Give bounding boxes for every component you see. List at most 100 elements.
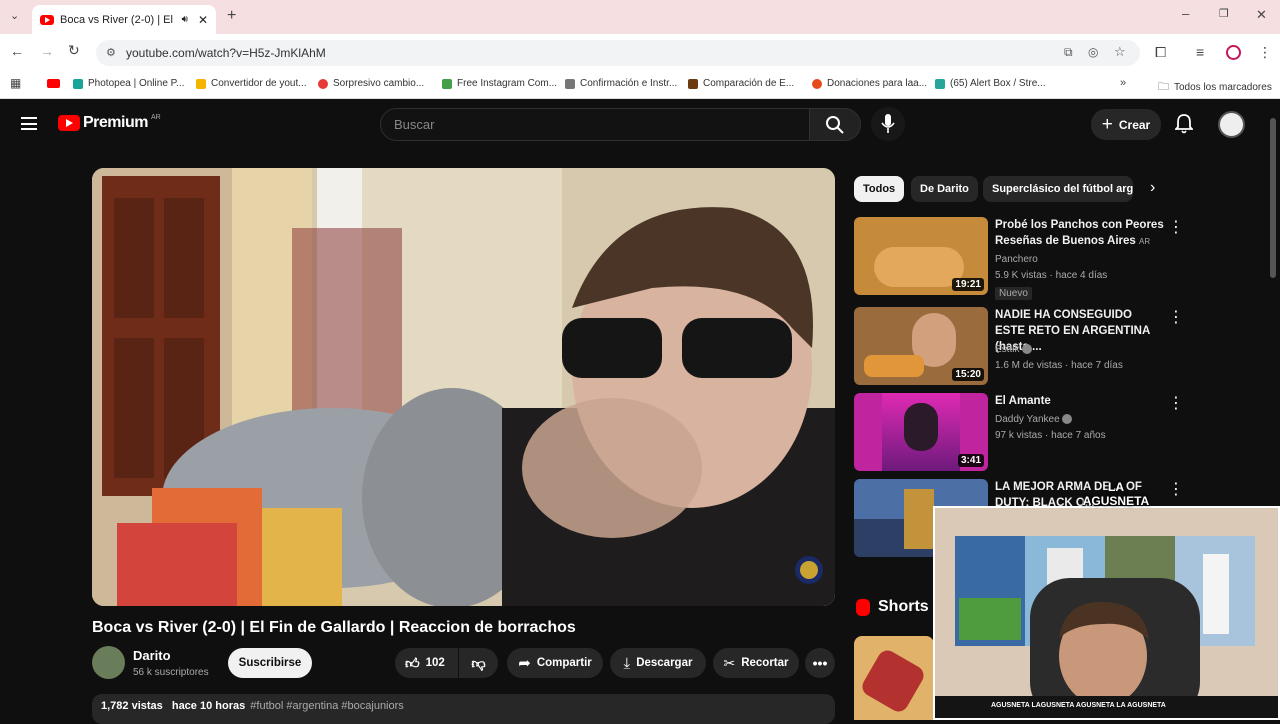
- profile-icon[interactable]: [1226, 45, 1241, 60]
- minimize-button[interactable]: –: [1182, 6, 1189, 21]
- audio-icon[interactable]: 🔊︎: [182, 14, 188, 25]
- overlay-social-handles: AGUSNETA LAGUSNETA AGUSNETA LA AGUSNETA: [991, 702, 1166, 709]
- site-info-icon[interactable]: ⚙: [106, 46, 116, 59]
- bookmark-confirmacion[interactable]: Confirmación e Instr...: [565, 78, 677, 89]
- folder-icon: [196, 78, 206, 89]
- back-icon[interactable]: ←: [10, 43, 24, 59]
- channel-name[interactable]: Darito: [133, 648, 171, 663]
- bookmark-sorpresivo[interactable]: Sorpresivo cambio...: [318, 78, 424, 89]
- bookmark-convertidor[interactable]: Convertidor de yout...: [196, 78, 307, 89]
- subscribe-label: Suscribirse: [238, 657, 302, 669]
- more-vertical-icon[interactable]: [1168, 220, 1172, 236]
- recommendation-item[interactable]: 19:21 Probé los Panchos con Peores Reseñ…: [854, 217, 1184, 302]
- chip-superclasico[interactable]: Superclásico del fútbol arge: [983, 176, 1133, 202]
- reload-icon[interactable]: ↻: [68, 42, 80, 59]
- apps-icon[interactable]: ▦: [10, 76, 21, 90]
- recommendation-item[interactable]: 3:41 El Amante Daddy Yankee 97 k vistas …: [854, 393, 1184, 475]
- search-input[interactable]: Buscar: [380, 108, 810, 141]
- shorts-header: Shorts: [856, 598, 929, 616]
- video-thumbnail[interactable]: 19:21: [854, 217, 988, 295]
- bookmark-instagram[interactable]: Free Instagram Com...: [442, 78, 557, 89]
- chip-de-darito[interactable]: De Darito: [911, 176, 978, 202]
- notifications-bell-icon[interactable]: [1173, 114, 1195, 139]
- chevron-right-icon[interactable]: ›: [1150, 179, 1155, 197]
- browser-tab[interactable]: Boca vs River (2-0) | El Fin de 🔊︎ ✕: [32, 5, 216, 34]
- media-icon[interactable]: ≡: [1196, 44, 1204, 60]
- thumbs-up-icon: 👍︎: [405, 654, 420, 671]
- clip-button[interactable]: ✂ Recortar: [713, 648, 799, 678]
- search-button[interactable]: [809, 108, 861, 141]
- logo-region: AR: [150, 114, 161, 121]
- bookmark-label: Comparación de E...: [703, 78, 795, 89]
- more-actions-button[interactable]: •••: [805, 648, 835, 678]
- verified-icon: [1022, 344, 1033, 355]
- more-vertical-icon[interactable]: [1168, 310, 1172, 326]
- close-window-button[interactable]: ✕: [1256, 7, 1267, 23]
- bookmark-alertbox[interactable]: (65) Alert Box / Stre...: [935, 78, 1046, 89]
- like-button[interactable]: 👍︎ 102: [395, 648, 458, 678]
- bookmark-photopea[interactable]: Photopea | Online P...: [73, 78, 184, 89]
- subscribe-button[interactable]: Suscribirse: [228, 648, 312, 678]
- clip-label: Recortar: [741, 657, 789, 669]
- forward-icon[interactable]: →: [40, 43, 54, 59]
- hashtags[interactable]: #futbol #argentina #bocajuniors: [250, 700, 404, 712]
- bookmark-star-icon[interactable]: ☆: [1114, 44, 1126, 60]
- shorts-label: Shorts: [878, 598, 929, 615]
- youtube-bookmark-icon[interactable]: [47, 79, 60, 88]
- bookmark-donaciones[interactable]: Donaciones para laa...: [812, 78, 927, 89]
- like-count: 102: [425, 657, 445, 669]
- video-thumbnail[interactable]: 15:20: [854, 307, 988, 385]
- upload-age: hace 10 horas: [171, 700, 246, 712]
- channel-name[interactable]: Esttik: [995, 344, 1033, 355]
- view-count: 1,782 vistas: [101, 700, 163, 712]
- menu-icon[interactable]: ⋮: [1258, 44, 1272, 61]
- duration-badge: 3:41: [957, 454, 984, 467]
- thumbs-down-icon: 👎︎: [471, 654, 486, 671]
- news-icon: [318, 78, 328, 89]
- plus-icon: +: [1101, 113, 1113, 135]
- chip-label: Todos: [863, 183, 896, 195]
- tab-close-icon[interactable]: ✕: [198, 13, 208, 27]
- video-thumbnail[interactable]: 3:41: [854, 393, 988, 471]
- download-button[interactable]: ⤓ Descargar: [610, 648, 706, 678]
- share-label: Compartir: [536, 657, 592, 669]
- youtube-logo[interactable]: Premium AR: [58, 114, 161, 132]
- account-avatar[interactable]: [1218, 111, 1245, 138]
- restore-button[interactable]: ❐: [1219, 7, 1229, 20]
- verified-icon: [1062, 414, 1073, 425]
- bookmark-comparacion[interactable]: Comparación de E...: [688, 78, 794, 89]
- bookmark-label: (65) Alert Box / Stre...: [950, 78, 1046, 89]
- more-vertical-icon[interactable]: [1168, 396, 1172, 412]
- new-tab-button[interactable]: +: [227, 7, 236, 25]
- bookmark-label: Free Instagram Com...: [457, 78, 558, 89]
- bookmarks-bar: ▦ Photopea | Online P... Convertidor de …: [0, 71, 1280, 99]
- search-icon: [826, 116, 844, 134]
- share-button[interactable]: ➦ Compartir: [507, 648, 603, 678]
- microphone-icon: [881, 114, 895, 133]
- extensions-icon[interactable]: ⧠: [1155, 44, 1166, 61]
- c-icon: [812, 78, 822, 89]
- install-icon[interactable]: ⧉: [1064, 45, 1073, 60]
- hamburger-menu-icon[interactable]: [21, 117, 37, 130]
- eye-off-icon[interactable]: ◎: [1088, 45, 1098, 59]
- w-icon: [442, 78, 452, 89]
- channel-name[interactable]: Daddy Yankee: [995, 414, 1073, 425]
- dislike-button[interactable]: 👎︎: [459, 648, 498, 678]
- tab-search-icon[interactable]: ⌄: [10, 9, 19, 22]
- short-thumbnail[interactable]: [854, 636, 934, 720]
- page-scrollbar[interactable]: [1270, 118, 1276, 278]
- duration-badge: 15:20: [952, 368, 984, 381]
- youtube-logo-icon: [58, 115, 80, 131]
- channel-name[interactable]: Panchero: [995, 254, 1038, 265]
- voice-search-button[interactable]: [871, 107, 905, 141]
- channel-avatar[interactable]: [92, 646, 125, 679]
- more-bookmarks-icon[interactable]: »: [1120, 77, 1126, 89]
- recommendation-item[interactable]: 15:20 NADIE HA CONSEGUIDO ESTE RETO EN A…: [854, 307, 1184, 392]
- create-button[interactable]: + Crear: [1091, 109, 1161, 140]
- all-bookmarks[interactable]: 🗀︎ Todos los marcadores: [1158, 78, 1272, 97]
- more-vertical-icon[interactable]: [1168, 482, 1172, 498]
- folder-icon: 🗀︎: [1158, 81, 1169, 93]
- address-bar[interactable]: ⚙ youtube.com/watch?v=H5z-JmKlAhM ⧉ ◎ ☆: [96, 40, 1140, 66]
- chip-todos[interactable]: Todos: [854, 176, 905, 202]
- video-player[interactable]: [92, 168, 835, 606]
